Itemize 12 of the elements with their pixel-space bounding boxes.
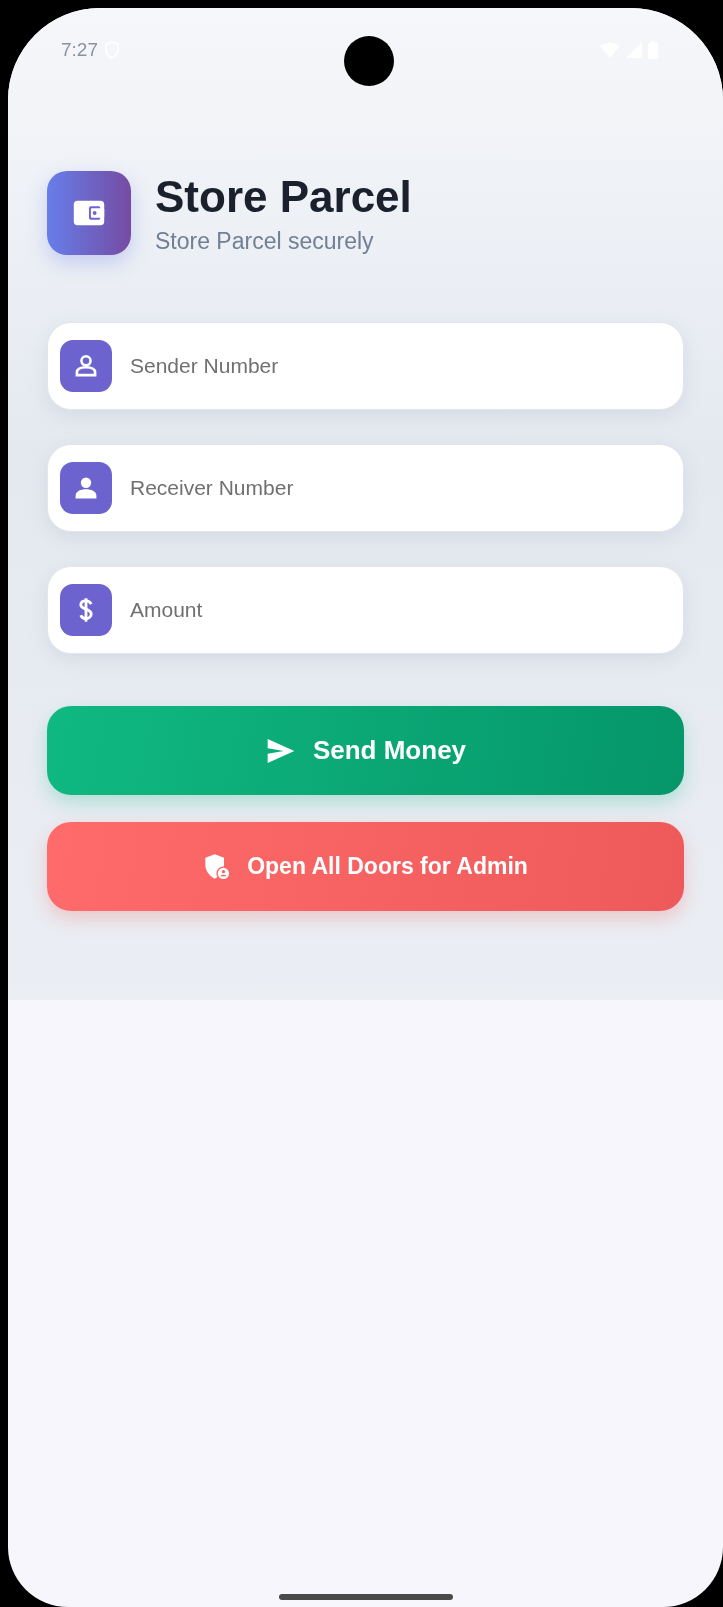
- input-field[interactable]: Receiver Number: [47, 444, 684, 532]
- app-title: Store Parcel: [155, 171, 412, 222]
- status-time: 7:27: [61, 39, 98, 61]
- camera-hole: [344, 36, 394, 86]
- admin-button[interactable]: Open All Doors for Admin: [47, 822, 684, 911]
- input-field[interactable]: Sender Number: [47, 322, 684, 410]
- wallet-icon: [47, 171, 131, 255]
- home-indicator[interactable]: [278, 1594, 453, 1600]
- shield-person-icon: [203, 852, 232, 881]
- input-field[interactable]: Amount: [47, 566, 684, 654]
- app-subtitle: Store Parcel securely: [155, 227, 375, 255]
- send-button[interactable]: Send Money: [47, 706, 684, 795]
